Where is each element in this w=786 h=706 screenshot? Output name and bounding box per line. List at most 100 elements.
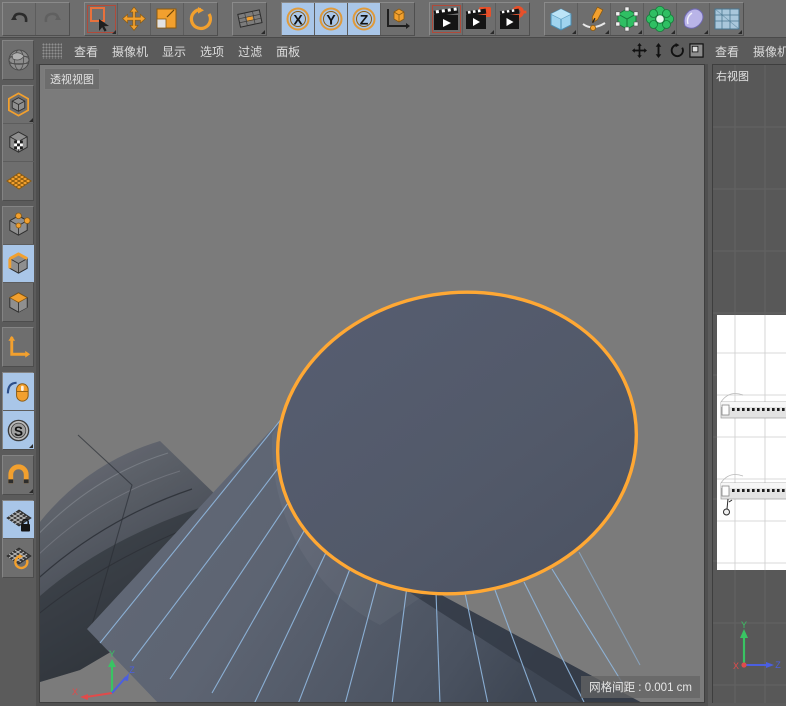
- viewport-rotate-button[interactable]: [669, 42, 685, 58]
- scale-icon: [156, 8, 177, 28]
- button-corner-marker: [638, 29, 642, 34]
- toolbar-spacer-3: [269, 2, 279, 36]
- lock-y-button[interactable]: Y: [315, 2, 348, 35]
- maximize-viewport-icon: [688, 42, 704, 58]
- viewport-nav-buttons: [631, 42, 704, 58]
- right-viewport-canvas[interactable]: 右视图 Y Z X: [712, 64, 786, 703]
- tool-soft-selection[interactable]: S: [3, 411, 34, 449]
- world-object-coord-button[interactable]: [381, 3, 414, 35]
- undo-arrow-icon: [11, 12, 28, 22]
- lock-workplane-icon: [5, 509, 32, 531]
- lock-z-button[interactable]: Z: [348, 2, 381, 35]
- edge-mode-icon: [8, 252, 28, 274]
- viewport-zoom-button[interactable]: [650, 42, 666, 58]
- live-selection-button[interactable]: [85, 2, 118, 35]
- spline-pen-icon: [582, 6, 606, 31]
- svg-text:Y: Y: [326, 11, 336, 27]
- move-button[interactable]: [118, 2, 151, 35]
- deformer-icon: [646, 5, 674, 32]
- workplane-icon: [236, 8, 263, 28]
- render-view-button[interactable]: [430, 2, 463, 35]
- axis-z-icon: Z: [352, 7, 376, 30]
- viewport-pan-button[interactable]: [631, 42, 647, 58]
- render-settings-icon: [499, 5, 526, 29]
- add-primitive-button[interactable]: [545, 2, 578, 35]
- left-toolbar: S: [0, 38, 36, 706]
- menu-view[interactable]: 查看: [67, 41, 105, 62]
- tool-object-mode[interactable]: [3, 86, 34, 124]
- render-picture-viewer-button[interactable]: [463, 2, 496, 35]
- toolbar-spacer-2: [220, 2, 230, 36]
- toolbar-group-transform: [84, 1, 218, 36]
- menu-panel[interactable]: 面板: [269, 41, 307, 62]
- add-scene-object-button[interactable]: [677, 2, 710, 35]
- add-deformer-button[interactable]: [644, 2, 677, 35]
- rotate-button[interactable]: [184, 3, 217, 35]
- svg-text:X: X: [293, 11, 303, 27]
- svg-text:Y: Y: [741, 620, 747, 630]
- button-corner-marker: [261, 29, 265, 34]
- svg-text:Z: Z: [129, 665, 135, 675]
- menu-camera[interactable]: 摄像机: [105, 41, 155, 62]
- add-generator-button[interactable]: [611, 2, 644, 35]
- workplane-grid-icon: [5, 172, 32, 190]
- tool-lock-workplane[interactable]: [3, 501, 34, 539]
- scale-button[interactable]: [151, 2, 184, 35]
- axis-x-icon: X: [286, 7, 310, 30]
- viewport-3d-scene: Y X Z: [40, 65, 704, 702]
- grid-spacing-readout: 网格间距 : 0.001 cm: [581, 676, 700, 698]
- menu-filter[interactable]: 过滤: [231, 41, 269, 62]
- redo-button[interactable]: [36, 3, 69, 35]
- right-viewport-label: 右视图: [716, 71, 749, 83]
- right-viewport-menubar: 查看 摄像机: [708, 38, 786, 64]
- zoom-vertical-icon: [655, 42, 661, 58]
- menu-options[interactable]: 选项: [193, 41, 231, 62]
- workplane-button[interactable]: [233, 3, 266, 35]
- menu-display[interactable]: 显示: [155, 41, 193, 62]
- add-spline-button[interactable]: [578, 2, 611, 35]
- tool-edge-mode[interactable]: [3, 245, 34, 283]
- add-camera-button[interactable]: [710, 3, 743, 35]
- viewport-maximize-button[interactable]: [688, 42, 704, 58]
- tool-snap[interactable]: [3, 456, 34, 494]
- svg-text:X: X: [72, 687, 78, 697]
- tool-texture-axis[interactable]: [3, 41, 34, 79]
- toolbar-group-render: [429, 1, 530, 36]
- perspective-viewport-canvas[interactable]: 透视视图 Y X Z 网格间距: 0.001 cm: [39, 64, 705, 703]
- tool-texture-mode[interactable]: [3, 124, 34, 162]
- toolbar-group-history: [2, 1, 70, 36]
- world-coordinate-icon: [386, 8, 410, 29]
- render-settings-button[interactable]: [496, 3, 529, 35]
- viewport-drag-grip[interactable]: [42, 43, 62, 59]
- render-view-icon: [433, 6, 459, 30]
- tool-viewport-solo[interactable]: [3, 373, 34, 411]
- undo-button[interactable]: [3, 2, 36, 35]
- toolbar-group-workplane: [232, 1, 267, 36]
- mouse-axis-icon: [6, 381, 29, 402]
- button-corner-marker: [490, 29, 494, 34]
- left-group-selection: S: [2, 372, 34, 450]
- button-corner-marker: [29, 118, 33, 122]
- polygon-mode-icon: [9, 291, 28, 313]
- button-corner-marker: [704, 29, 708, 34]
- environment-icon: [683, 7, 704, 29]
- tool-polygon-mode[interactable]: [3, 283, 34, 321]
- left-group-snap: [2, 455, 34, 495]
- tool-enable-axis[interactable]: [3, 328, 34, 366]
- magnet-snap-icon: [8, 463, 29, 483]
- left-group-mode: [2, 85, 34, 201]
- tool-planar-workplane[interactable]: [3, 539, 34, 577]
- tool-workplane-mode[interactable]: [3, 162, 34, 200]
- camera-grid-icon: [714, 8, 739, 29]
- button-corner-marker: [112, 29, 116, 34]
- tool-point-mode[interactable]: [3, 207, 34, 245]
- left-group-axis: [2, 327, 34, 367]
- axis-modify-icon: [8, 335, 31, 358]
- menu-camera-right[interactable]: 摄像机: [746, 41, 786, 62]
- menu-view-right[interactable]: 查看: [708, 41, 746, 62]
- top-toolbar: X Y Z: [0, 0, 786, 38]
- lock-x-button[interactable]: X: [282, 2, 315, 35]
- cinema4d-window: X Y Z S 查看 摄像机 显示 选项 过滤 面板 透视视图 Y X Z 网格…: [0, 0, 786, 706]
- right-viewport: 查看 摄像机 右视图 Y Z X: [708, 38, 786, 706]
- svg-text:Z: Z: [775, 660, 781, 670]
